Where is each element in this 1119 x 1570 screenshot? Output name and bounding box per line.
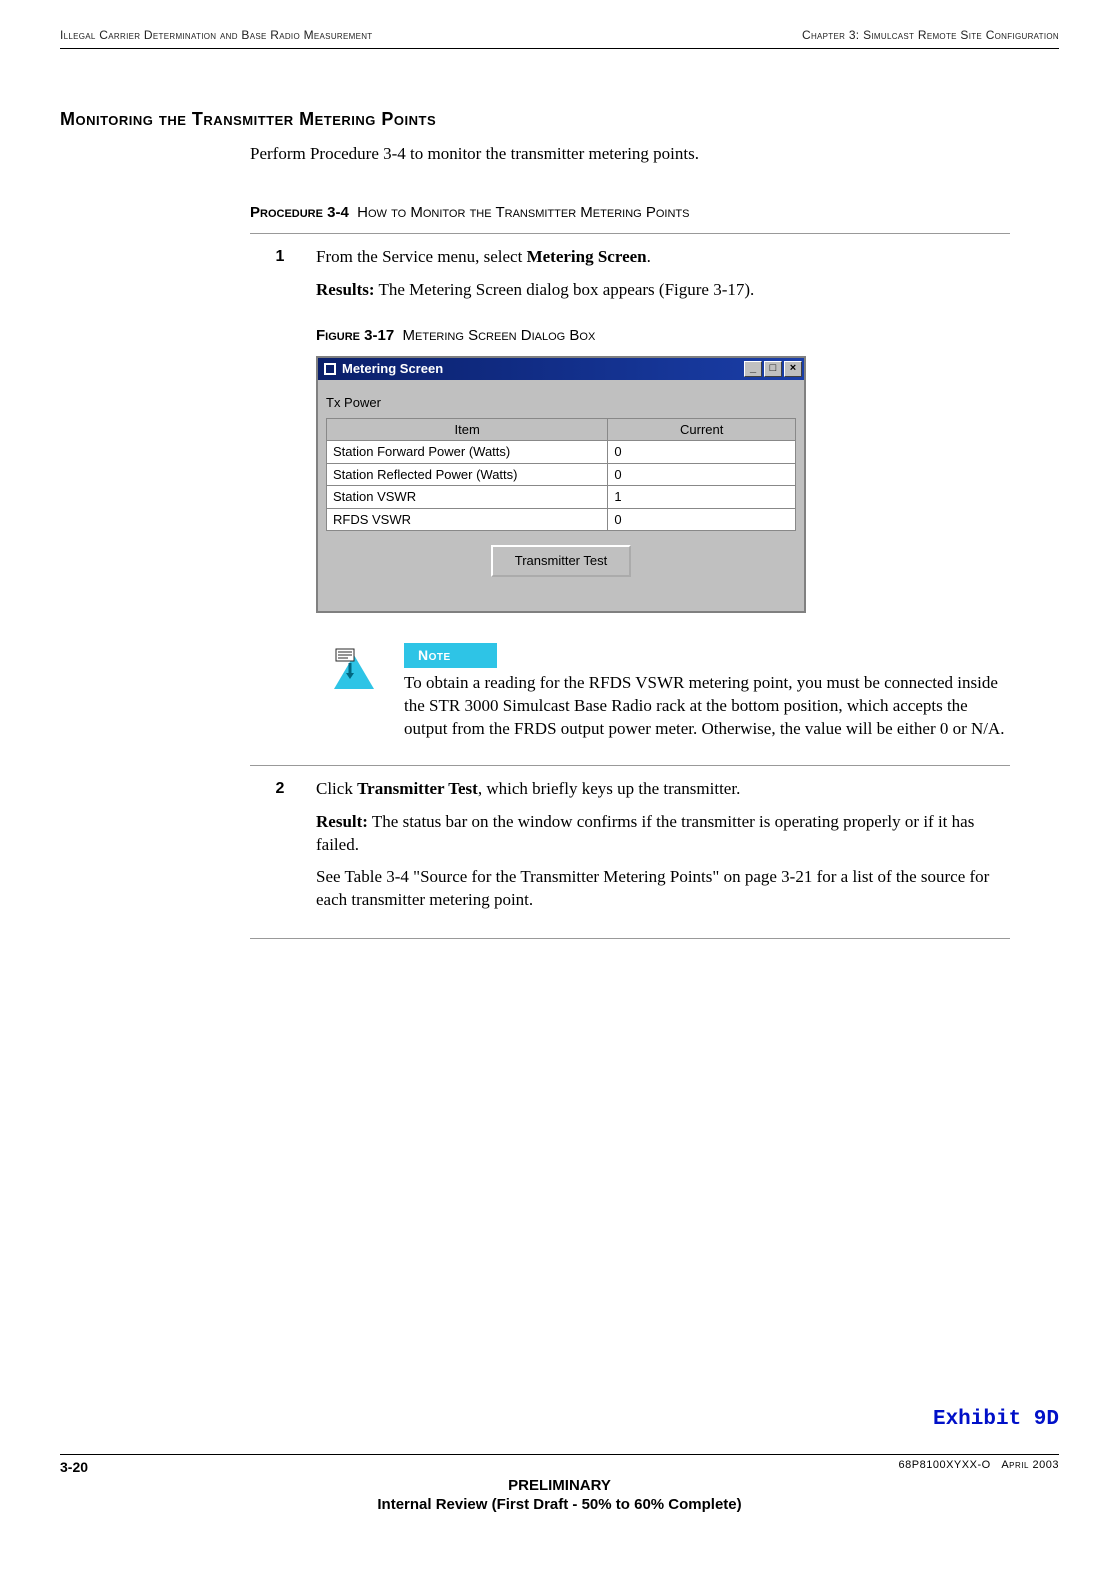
item-cell: Station Forward Power (Watts) [327,441,608,464]
doc-date: April 2003 [1001,1459,1059,1471]
current-cell: 0 [608,463,796,486]
results-label: Results: [316,280,375,299]
step-number: 1 [250,246,310,749]
page-footer: 3-20 68P8100XYXX-O April 2003 PRELIMINAR… [60,1454,1059,1513]
step-number: 2 [250,778,310,923]
figure-name: Metering Screen Dialog Box [403,327,596,344]
header-left: Illegal Carrier Determination and Base R… [60,28,372,42]
col-current-header: Current [608,418,796,441]
results-label: Result: [316,812,368,831]
footer-preliminary: PRELIMINARY [60,1477,1059,1494]
table-row: Station Forward Power (Watts) 0 [327,441,796,464]
item-cell: Station VSWR [327,486,608,509]
page-number: 3-20 [60,1459,88,1475]
button-ref-transmitter-test: Transmitter Test [357,779,478,798]
note-badge: Note [404,643,497,668]
col-item-header: Item [327,418,608,441]
metering-screen-dialog: Metering Screen _ □ × Tx Power [316,356,806,613]
current-cell: 1 [608,486,796,509]
note-icon [330,645,378,693]
metering-table: Item Current Station Forward Power (Watt… [326,418,796,532]
step-text-prefix: Click [316,779,357,798]
note-text: To obtain a reading for the RFDS VSWR me… [404,672,1010,741]
procedure-label: Procedure 3-4 [250,204,349,221]
step-text-prefix: From the Service menu, select [316,247,527,266]
procedure-step: 2 Click Transmitter Test, which briefly … [250,765,1010,940]
exhibit-label: Exhibit 9D [933,1408,1059,1431]
step-text-suffix: , which briefly keys up the transmitter. [478,779,741,798]
page-header: Illegal Carrier Determination and Base R… [60,28,1059,49]
transmitter-test-button[interactable]: Transmitter Test [491,545,631,577]
window-buttons: _ □ × [744,361,802,377]
item-cell: RFDS VSWR [327,508,608,531]
results-text: The Metering Screen dialog box appears (… [375,280,755,299]
step-text-suffix: . [647,247,651,266]
current-cell: 0 [608,441,796,464]
tx-power-label: Tx Power [326,394,796,412]
note-icon-cell [316,643,392,693]
header-right: Chapter 3: Simulcast Remote Site Configu… [802,28,1059,42]
figure-label: Figure 3-17 [316,327,394,344]
table-row: RFDS VSWR 0 [327,508,796,531]
section-heading: Monitoring the Transmitter Metering Poin… [60,109,1059,130]
doc-id: 68P8100XYXX-O April 2003 [899,1459,1059,1475]
menu-item-metering-screen: Metering Screen [527,247,647,266]
procedure-title: Procedure 3-4 How to Monitor the Transmi… [250,204,1010,221]
footer-review-note: Internal Review (First Draft - 50% to 60… [60,1496,1059,1513]
current-cell: 0 [608,508,796,531]
figure-title: Figure 3-17 Metering Screen Dialog Box [316,326,1010,346]
page: Illegal Carrier Determination and Base R… [0,0,1119,1570]
minimize-button[interactable]: _ [744,361,762,377]
dialog-body: Tx Power Item Current [318,380,804,611]
note-content: Note To obtain a reading for the RFDS VS… [404,643,1010,741]
procedure-name: How to Monitor the Transmitter Metering … [357,204,689,221]
procedure-step: 1 From the Service menu, select Metering… [250,233,1010,765]
item-cell: Station Reflected Power (Watts) [327,463,608,486]
intro-paragraph: Perform Procedure 3-4 to monitor the tra… [250,144,1010,164]
doc-number: 68P8100XYXX-O [899,1459,991,1471]
dialog-titlebar: Metering Screen _ □ × [318,358,804,380]
table-row: Station Reflected Power (Watts) 0 [327,463,796,486]
maximize-button[interactable]: □ [764,361,782,377]
step-body: Click Transmitter Test, which briefly ke… [316,778,1010,923]
step-body: From the Service menu, select Metering S… [316,246,1010,749]
close-button[interactable]: × [784,361,802,377]
content-block: Perform Procedure 3-4 to monitor the tra… [250,144,1010,939]
note-block: Note To obtain a reading for the RFDS VS… [316,643,1010,741]
button-row: Transmitter Test [326,531,796,583]
app-icon [322,361,338,377]
results-text: The status bar on the window confirms if… [316,812,974,854]
table-row: Station VSWR 1 [327,486,796,509]
footer-top-row: 3-20 68P8100XYXX-O April 2003 [60,1454,1059,1475]
step-extra-text: See Table 3-4 "Source for the Transmitte… [316,866,1010,912]
dialog-title: Metering Screen [342,360,744,378]
